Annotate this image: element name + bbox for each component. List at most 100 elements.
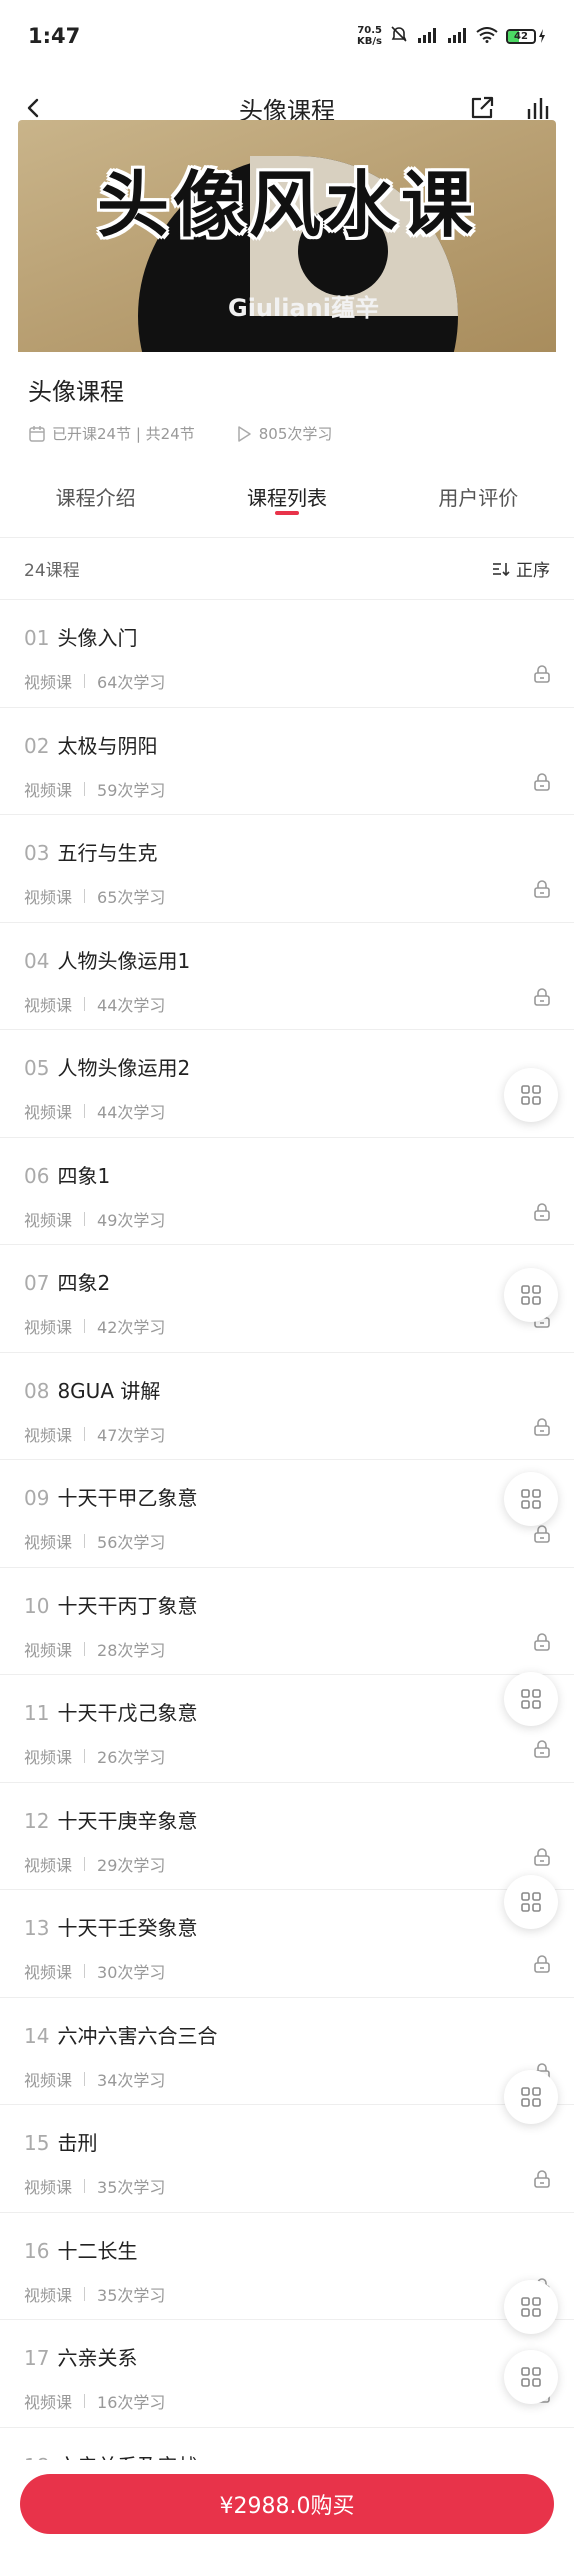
wifi-icon [476, 26, 498, 46]
lesson-name: 十天干庚辛象意 [57, 1808, 198, 1833]
lesson-item[interactable]: 16 十二长生 视频课 35次学习 [0, 2213, 574, 2320]
lesson-list: 01 头像入门 视频课 64次学习 02 太极与阴阳 视频课 59次学习 03 五行与生克 视频课 6… [0, 600, 574, 2535]
grid-icon [521, 1689, 541, 1709]
lesson-number: 05 [24, 1056, 50, 1080]
lesson-item[interactable]: 17 六亲关系 视频课 16次学习 [0, 2320, 574, 2428]
lesson-title: 10 十天干丙丁象意 [24, 1590, 550, 1619]
signal-icon-1 [416, 27, 438, 46]
lock-badge [532, 987, 552, 1007]
lesson-name: 十天干戊己象意 [57, 1701, 198, 1725]
lesson-item[interactable]: 09 十天干甲乙象意 视频课 56次学习 [0, 1460, 574, 1568]
lesson-learns: 65次学习 [97, 888, 166, 907]
lesson-type: 视频课 [24, 1533, 73, 1552]
lesson-type: 视频课 [24, 2070, 73, 2090]
grid-menu-button[interactable] [504, 2070, 558, 2124]
grid-menu-button[interactable] [504, 2350, 558, 2404]
lesson-name: 人物头像运用2 [57, 1056, 191, 1080]
meta-divider [84, 1211, 86, 1226]
meta-divider [84, 1641, 86, 1656]
status-time: 1:47 [28, 24, 81, 48]
lesson-item[interactable]: 08 8GUA 讲解视频课 47次学习 [0, 1353, 574, 1460]
lesson-item[interactable]: 12 十天干庚辛象意视频课 29次学习 [0, 1783, 574, 1890]
lesson-meta: 视频课 47次学习 [24, 1422, 550, 1446]
lock-icon [534, 987, 550, 1006]
lock-badge [532, 1524, 552, 1544]
lesson-learns: 49次学习 [97, 1210, 166, 1230]
tab-lessons-label: 课程列表 [246, 486, 327, 510]
lesson-learns: 16次学习 [97, 2393, 166, 2412]
lesson-number: 16 [24, 2238, 50, 2263]
course-learners: 805次学习 [258, 425, 333, 443]
lesson-item[interactable]: 05 人物头像运用2 视频课 44次学习 [0, 1030, 574, 1138]
grid-icon [521, 2367, 541, 2387]
lesson-learns: 26次学习 [97, 1748, 166, 1767]
grid-menu-button[interactable] [504, 1875, 558, 1929]
grid-menu-button[interactable] [504, 1268, 558, 1322]
lesson-item[interactable]: 01 头像入门 视频课 64次学习 [0, 600, 574, 708]
lesson-number: 17 [24, 2346, 50, 2370]
lesson-learns: 56次学习 [97, 1533, 166, 1552]
lesson-meta: 视频课 29次学习 [24, 1852, 550, 1876]
lesson-name: 十天干丙丁象意 [57, 1593, 198, 1618]
play-icon [238, 425, 251, 442]
grid-menu-button[interactable] [504, 1472, 558, 1526]
lesson-item[interactable]: 13 十天干壬癸象意 视频课 30次学习 [0, 1890, 574, 1998]
lesson-type: 视频课 [24, 1103, 73, 1122]
lesson-learns: 29次学习 [97, 1855, 166, 1875]
grid-menu-button[interactable] [504, 1068, 558, 1122]
lesson-meta: 视频课 59次学习 [24, 777, 550, 801]
lesson-type: 视频课 [24, 1748, 73, 1767]
lesson-meta: 视频课 64次学习 [24, 669, 550, 693]
back-arrow-icon [27, 98, 39, 118]
lesson-name: 人物头像运用1 [57, 948, 191, 973]
lesson-meta: 视频课 28次学习 [24, 1637, 550, 1661]
meta-divider [84, 1426, 86, 1441]
lock-icon [534, 1740, 550, 1758]
tab-reviews[interactable]: 用户评价 [383, 456, 574, 537]
lock-icon [534, 1417, 550, 1436]
lesson-item[interactable]: 14 六冲六害六合三合 视频课 34次学习 [0, 1998, 574, 2105]
meta-divider [84, 2394, 86, 2408]
tab-lessons[interactable]: 课程列表 [191, 456, 382, 537]
meta-divider [84, 1749, 86, 1763]
grid-icon [521, 1489, 541, 1509]
lesson-item[interactable]: 04 人物头像运用1 视频课 44次学习 [0, 923, 574, 1030]
lesson-item[interactable]: 15 击刑 视频课 35次学习 [0, 2105, 574, 2213]
banner-brand: Giuliani蕴辛 [228, 294, 379, 322]
lesson-number: 03 [24, 841, 50, 865]
lesson-name: 十天干壬癸象意 [57, 1916, 198, 1940]
lesson-number: 04 [24, 948, 50, 973]
share-icon [471, 96, 494, 119]
grid-menu-button[interactable] [504, 1672, 558, 1726]
lock-icon [534, 1632, 550, 1651]
lesson-title: 08 8GUA 讲解 [24, 1375, 550, 1404]
lesson-meta: 视频课 26次学习 [24, 1744, 550, 1768]
lesson-learns: 64次学习 [97, 673, 166, 692]
lock-icon [534, 1525, 550, 1543]
network-speed: 70.5 KB/s [357, 25, 382, 47]
lesson-type: 视频课 [24, 1963, 73, 1982]
active-tab-indicator [274, 511, 299, 515]
meta-divider [84, 1534, 86, 1548]
grid-icon [521, 2297, 541, 2317]
lesson-item[interactable]: 06 四象1 视频课 49次学习 [0, 1138, 574, 1245]
lock-icon [534, 1847, 550, 1866]
grid-menu-button[interactable] [504, 2280, 558, 2334]
lesson-title: 12 十天干庚辛象意 [24, 1805, 550, 1834]
lesson-item[interactable]: 02 太极与阴阳 视频课 59次学习 [0, 708, 574, 815]
buy-button[interactable]: ¥2988.0购买 [20, 2474, 554, 2534]
lesson-item[interactable]: 07 四象2 视频课 42次学习 [0, 1245, 574, 1353]
lesson-item[interactable]: 10 十天干丙丁象意视频课 28次学习 [0, 1568, 574, 1675]
sort-toggle[interactable]: 正序 [492, 556, 550, 581]
lesson-title: 03 五行与生克 [24, 837, 550, 866]
lesson-item[interactable]: 11 十天干戊己象意 视频课 26次学习 [0, 1675, 574, 1783]
lock-badge [532, 1954, 552, 1974]
lesson-meta: 视频课 44次学习 [24, 1099, 550, 1123]
lock-badge [532, 1202, 552, 1222]
course-sections: 已开课24节 | 共24节 [52, 425, 195, 443]
lesson-item[interactable]: 03 五行与生克 视频课 65次学习 [0, 815, 574, 923]
lesson-name: 头像入门 [57, 626, 138, 650]
sort-label: 正序 [516, 561, 550, 581]
lesson-number: 02 [24, 733, 50, 758]
tab-intro[interactable]: 课程介绍 [0, 456, 191, 537]
